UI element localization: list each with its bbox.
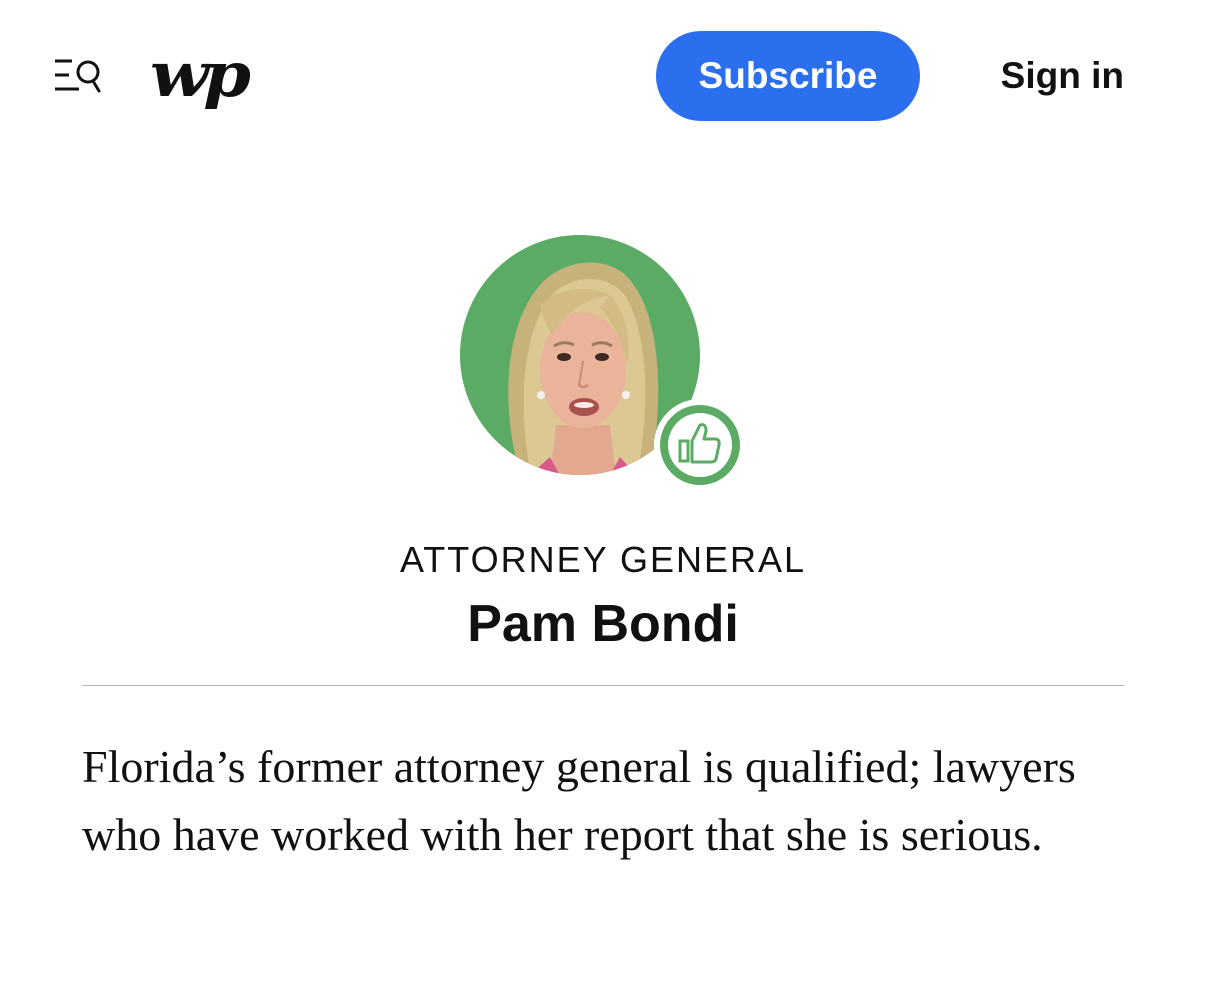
subscribe-button[interactable]: Subscribe bbox=[656, 31, 920, 121]
profile-name: Pam Bondi bbox=[467, 595, 739, 653]
sign-in-link[interactable]: Sign in bbox=[990, 31, 1124, 121]
profile-role: ATTORNEY GENERAL bbox=[399, 539, 807, 580]
thumbs-up-icon bbox=[658, 403, 742, 487]
divider bbox=[82, 685, 1124, 686]
approval-badge bbox=[654, 399, 746, 491]
site-logo[interactable]: wp bbox=[150, 38, 251, 118]
profile-blurb: Florida’s former attorney general is qua… bbox=[82, 741, 1076, 860]
site-header: wp Subscribe Sign in bbox=[0, 0, 1206, 150]
menu-search-icon[interactable] bbox=[52, 56, 102, 98]
